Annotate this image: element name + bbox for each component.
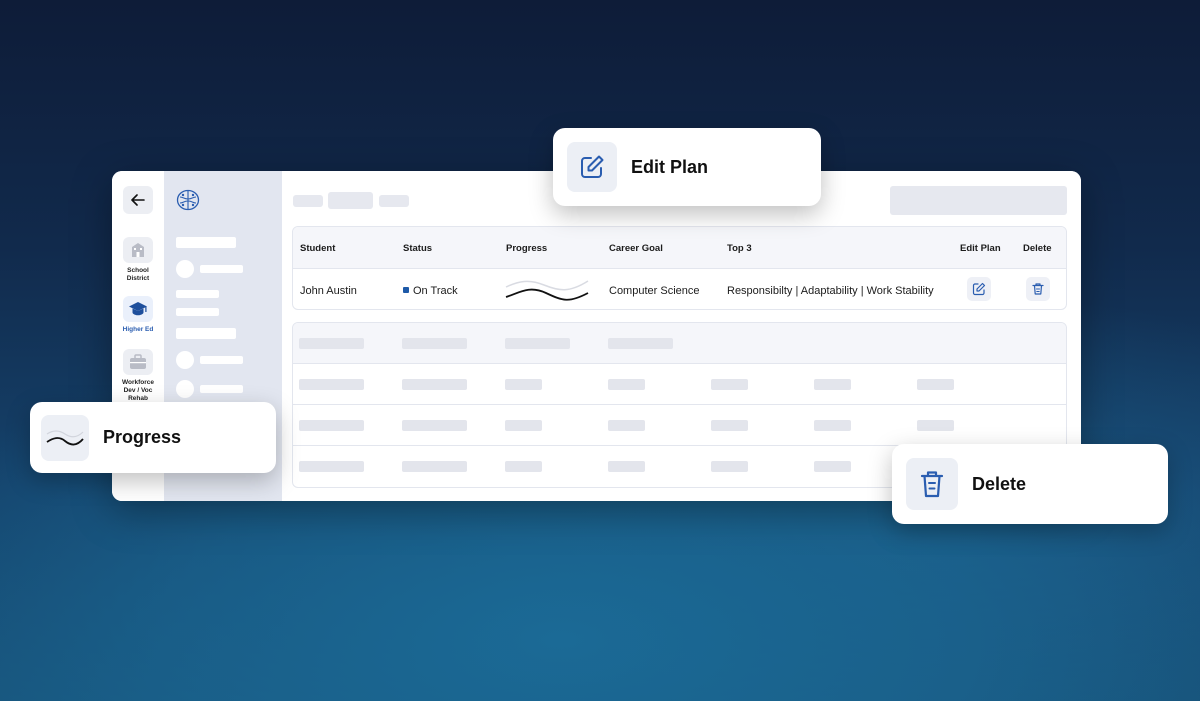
career-goal-cell: Computer Science [609, 285, 700, 297]
breadcrumb-placeholder [293, 195, 323, 207]
edit-plan-label: Edit Plan [631, 156, 709, 177]
rail-label-workforce: Workforce [121, 379, 155, 386]
sidebar-placeholder [176, 308, 219, 316]
cell-placeholder [402, 379, 467, 390]
delete-button[interactable] [1026, 277, 1050, 301]
cell-placeholder [917, 379, 954, 390]
cell-placeholder [608, 420, 645, 431]
cell-placeholder [402, 420, 467, 431]
column-header-career-goal: Career Goal [609, 243, 663, 254]
placeholder-row [293, 405, 1066, 446]
top3-cell: Responsibilty | Adaptability | Work Stab… [727, 285, 934, 297]
edit-plan-callout[interactable]: Edit Plan [553, 128, 821, 206]
progress-callout[interactable]: Progress [30, 402, 276, 473]
column-header-status: Status [403, 243, 433, 254]
cell-placeholder [402, 461, 467, 472]
cell-placeholder [505, 420, 542, 431]
cell-placeholder [608, 461, 645, 472]
header-placeholder [608, 338, 673, 349]
sidebar-placeholder [200, 356, 243, 364]
cell-placeholder [505, 379, 542, 390]
status-indicator [403, 287, 409, 293]
graduation-cap-icon [123, 296, 153, 322]
sidebar-placeholder [200, 385, 243, 393]
cell-placeholder [299, 379, 364, 390]
rail-label-higher-ed: Higher Ed [122, 326, 154, 333]
breadcrumb-placeholder [328, 192, 373, 209]
progress-chart-icon [41, 414, 89, 461]
delete-callout[interactable]: Delete [892, 444, 1168, 524]
sidebar-placeholder [176, 328, 236, 339]
sidebar-placeholder [200, 265, 243, 273]
cell-placeholder [608, 379, 645, 390]
column-header-top3: Top 3 [727, 243, 752, 254]
status-cell: On Track [403, 285, 458, 297]
cell-placeholder [299, 461, 364, 472]
rail-item-school-district[interactable]: School District [112, 237, 164, 283]
placeholder-table-header [293, 323, 1066, 364]
student-table: Student Status Progress Career Goal Top … [292, 226, 1067, 310]
rail-label-dev-voc: Dev / Voc [123, 387, 153, 394]
briefcase-icon [123, 349, 153, 375]
cell-placeholder [711, 461, 748, 472]
progress-label: Progress [103, 427, 182, 447]
cell-placeholder [917, 420, 954, 431]
cell-placeholder [814, 461, 851, 472]
cell-placeholder [711, 379, 748, 390]
rail-label-district: District [126, 275, 150, 282]
arrow-left-icon [131, 194, 145, 206]
trash-icon [906, 458, 958, 510]
placeholder-row [293, 364, 1066, 405]
back-button[interactable] [123, 186, 153, 214]
search-placeholder[interactable] [890, 186, 1067, 215]
edit-icon [972, 282, 986, 296]
cell-placeholder [299, 420, 364, 431]
header-placeholder [402, 338, 467, 349]
delete-label: Delete [972, 473, 1027, 494]
cell-placeholder [814, 379, 851, 390]
edit-plan-button[interactable] [967, 277, 991, 301]
column-header-student: Student [300, 243, 336, 254]
progress-sparkline [504, 273, 590, 309]
cell-placeholder [814, 420, 851, 431]
school-icon [123, 237, 153, 263]
rail-label-school: School [127, 267, 149, 274]
column-header-delete: Delete [1023, 243, 1052, 254]
sidebar-placeholder-avatar [176, 380, 194, 398]
sidebar-placeholder [176, 237, 236, 248]
status-text: On Track [413, 285, 458, 297]
sidebar-placeholder [176, 290, 219, 298]
column-header-edit-plan: Edit Plan [960, 243, 1001, 254]
cell-placeholder [711, 420, 748, 431]
cell-placeholder [505, 461, 542, 472]
sidebar-placeholder-avatar [176, 351, 194, 369]
header-placeholder [505, 338, 570, 349]
column-header-progress: Progress [506, 243, 548, 254]
rail-item-higher-ed[interactable]: Higher Ed [112, 296, 164, 334]
student-name[interactable]: John Austin [300, 285, 357, 297]
sidebar-placeholder-avatar [176, 260, 194, 278]
breadcrumb-placeholder [379, 195, 409, 207]
edit-icon [567, 142, 617, 192]
header-placeholder [299, 338, 364, 349]
rail-item-workforce[interactable]: Workforce Dev / Voc Rehab [112, 349, 164, 403]
brain-logo-icon [176, 189, 200, 216]
trash-icon [1032, 283, 1044, 295]
